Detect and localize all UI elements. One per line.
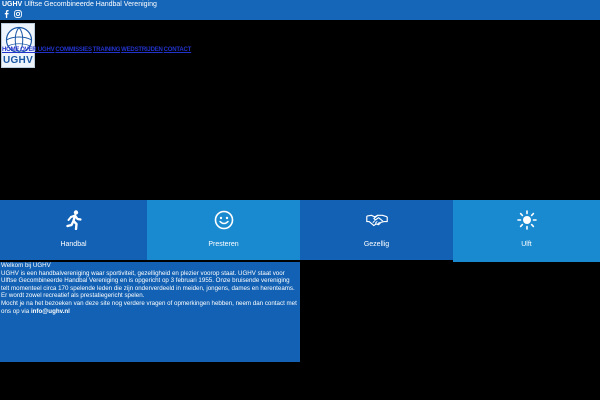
social-links (2, 10, 598, 18)
site-subtitle: Ulftse Gecombineerde Handbal Vereniging (24, 1, 157, 8)
feature-label: Gezellig (363, 241, 390, 248)
nav-item-training[interactable]: TRAINING (93, 46, 121, 54)
facebook-icon[interactable] (2, 10, 10, 18)
feature-label: Handbal (60, 241, 87, 248)
handshake-icon (365, 209, 388, 231)
feature-presteren[interactable]: Presteren (147, 200, 300, 260)
brand-name: UGHV (2, 1, 23, 8)
nav-item-over-ughv[interactable]: OVER UGHV (20, 46, 55, 54)
feature-label: Presteren (208, 241, 239, 248)
instagram-icon[interactable] (14, 10, 22, 18)
nav-item-wedstrijden[interactable]: WEDSTRIJDEN (121, 46, 163, 54)
site-title: UGHV Ulftse Gecombineerde Handbal Vereni… (2, 1, 598, 9)
welcome-section: Welkom bij UGHV UGHV is een handbalveren… (0, 262, 300, 362)
feature-label: Ulft (521, 241, 532, 248)
welcome-contact: Mocht je na het bezoeken van deze site n… (1, 300, 299, 315)
nav-item-contact[interactable]: CONTACT (164, 46, 192, 54)
feature-ulft[interactable]: Ulft (453, 200, 600, 262)
running-person-icon (63, 209, 85, 231)
contact-email-link[interactable]: info@ughv.nl (31, 308, 70, 315)
feature-tiles: Handbal Presteren Gezellig Ulft (0, 200, 600, 262)
smiley-icon (213, 209, 235, 231)
top-bar: UGHV Ulftse Gecombineerde Handbal Vereni… (0, 0, 600, 20)
feature-gezellig[interactable]: Gezellig (300, 200, 453, 260)
welcome-heading: Welkom bij UGHV (1, 262, 51, 269)
welcome-body: UGHV is een handbalvereniging waar sport… (1, 269, 295, 300)
main-nav: HOME OVER UGHV COMMISSIES TRAINING WEDST… (2, 45, 192, 54)
nav-item-commissies[interactable]: COMMISSIES (55, 46, 92, 54)
feature-handbal[interactable]: Handbal (0, 200, 147, 260)
nav-item-home[interactable]: HOME (2, 46, 20, 54)
logo-text: UGHV (2, 55, 34, 66)
sun-icon (516, 209, 538, 231)
